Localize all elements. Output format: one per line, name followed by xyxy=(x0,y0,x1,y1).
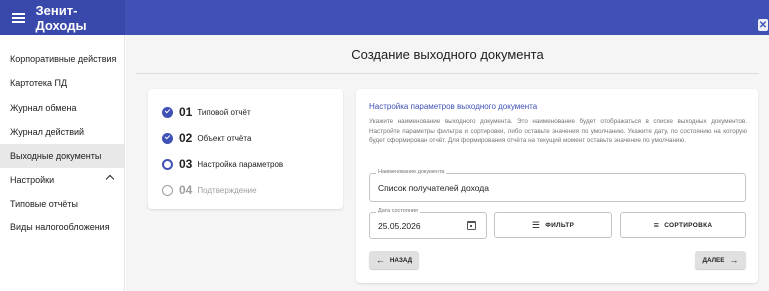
sidebar-item-template-reports[interactable]: Типовые отчёты xyxy=(0,192,125,216)
sidebar-item-settings[interactable]: Настройки xyxy=(0,168,125,192)
menu-icon[interactable] xyxy=(12,12,26,23)
sidebar-item-label: Типовые отчёты xyxy=(10,199,78,209)
sidebar-item-exchange-log[interactable]: Журнал обмена xyxy=(0,96,125,120)
step-number: 04 xyxy=(179,183,193,197)
card-title: Настройка параметров выходного документа xyxy=(369,102,538,111)
top-app-bar: Зенит-Доходы ✕ xyxy=(0,0,769,35)
sidebar-item-action-log[interactable]: Журнал действий xyxy=(0,120,125,144)
settings-card: Настройка параметров выходного документа… xyxy=(356,89,758,283)
document-name-field[interactable]: Наименование документа Список получателе… xyxy=(369,169,746,202)
app-title: Зенит-Доходы xyxy=(35,2,87,33)
field-value: Список получателей дохода xyxy=(378,183,489,193)
date-field[interactable]: Дата состояния 25.05.2026 xyxy=(369,208,487,239)
sidebar-item-output-documents[interactable]: Выходные документы xyxy=(0,144,125,168)
step-number: 03 xyxy=(179,157,193,171)
app-title-bar: Зенит-Доходы xyxy=(0,0,125,35)
chevron-up-icon xyxy=(105,174,115,184)
step-label: Настройка параметров xyxy=(197,159,284,169)
step-2: 02 Объект отчёта xyxy=(162,130,251,146)
sidebar-item-tax-types[interactable]: Виды налогообложения xyxy=(0,215,125,239)
check-circle-icon xyxy=(162,132,173,144)
step-number: 02 xyxy=(179,131,193,145)
sidebar-item-label: Журнал действий xyxy=(10,127,85,137)
next-button[interactable]: ДАЛЕЕ → xyxy=(695,251,746,269)
field-label: Дата состояния xyxy=(376,208,420,214)
close-icon[interactable]: ✕ xyxy=(757,18,769,32)
filter-icon: ☰ xyxy=(531,219,541,230)
sidebar-item-corporate-actions[interactable]: Корпоративные действия xyxy=(0,47,125,71)
step-label: Типовой отчёт xyxy=(197,107,251,117)
sidebar-item-label: Настройки xyxy=(10,175,55,185)
arrow-left-icon: ← xyxy=(375,255,385,265)
field-label: Наименование документа xyxy=(376,169,447,175)
back-button-label: НАЗАД xyxy=(389,256,413,264)
main-content: Создание выходного документа 01 Типовой … xyxy=(126,35,769,291)
check-circle-icon xyxy=(162,106,173,118)
filter-button-label: ФИЛЬТР xyxy=(545,221,575,229)
sidebar-item-label: Выходные документы xyxy=(10,151,102,161)
sidebar-item-label: Корпоративные действия xyxy=(10,54,117,64)
step-1: 01 Типовой отчёт xyxy=(162,104,251,120)
next-button-label: ДАЛЕЕ xyxy=(702,256,725,264)
step-3: 03 Настройка параметров xyxy=(162,156,283,172)
sort-icon: ≡ xyxy=(653,220,660,230)
stepper-card: 01 Типовой отчёт 02 Объект отчёта 03 Нас… xyxy=(148,89,343,209)
step-number: 01 xyxy=(179,105,193,119)
title-divider xyxy=(136,73,759,74)
step-label: Подтверждение xyxy=(197,185,257,195)
back-button[interactable]: ← НАЗАД xyxy=(369,251,419,269)
sidebar: Корпоративные действия Картотека ПД Журн… xyxy=(0,35,125,291)
field-value: 25.05.2026 xyxy=(378,221,421,231)
sidebar-item-label: Картотека ПД xyxy=(10,78,68,88)
filter-button[interactable]: ☰ ФИЛЬТР xyxy=(494,212,612,238)
card-description: Укажите наименование выходного документа… xyxy=(369,118,747,144)
page-title: Создание выходного документа xyxy=(351,46,544,62)
sort-button[interactable]: ≡ СОРТИРОВКА xyxy=(620,212,746,238)
arrow-right-icon: → xyxy=(729,255,739,265)
step-label: Объект отчёта xyxy=(197,133,252,143)
sidebar-item-pd-catalog[interactable]: Картотека ПД xyxy=(0,71,125,95)
circle-outline-icon xyxy=(162,158,173,170)
calendar-icon[interactable] xyxy=(467,221,476,230)
sidebar-item-label: Журнал обмена xyxy=(10,103,77,113)
step-4: 04 Подтверждение xyxy=(162,182,257,198)
sort-button-label: СОРТИРОВКА xyxy=(664,221,713,229)
sidebar-item-label: Виды налогообложения xyxy=(10,222,110,232)
circle-outline-icon xyxy=(162,184,173,196)
